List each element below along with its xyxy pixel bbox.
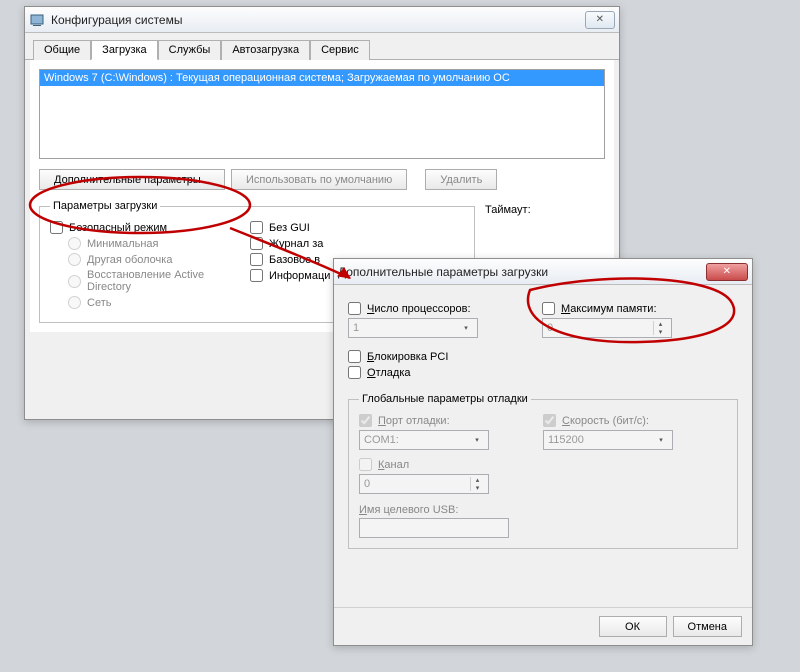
max-memory-spinner[interactable]: 0 ▴▾ — [542, 318, 672, 338]
delete-button[interactable]: Удалить — [425, 169, 497, 190]
ad-repair-radio[interactable]: Восстановление Active Directory — [68, 269, 250, 293]
tab-strip: Общие Загрузка Службы Автозагрузка Серви… — [25, 33, 619, 60]
advanced-options-button[interactable]: Дополнительные параметры... — [39, 169, 225, 190]
titlebar: Конфигурация системы ✕ — [25, 7, 619, 33]
baud-rate-combo[interactable]: 115200 ▾ — [543, 430, 673, 450]
boot-options-legend: Параметры загрузки — [50, 200, 160, 212]
num-processors-combo[interactable]: 1 ▾ — [348, 318, 478, 338]
baud-rate-checkbox[interactable]: Скорость (бит/с): — [543, 414, 703, 427]
os-entry[interactable]: Windows 7 (C:\Windows) : Текущая операци… — [40, 70, 604, 86]
tab-tools[interactable]: Сервис — [310, 40, 370, 60]
chevron-down-icon: ▾ — [459, 324, 473, 332]
timeout-label: Таймаут: — [485, 204, 605, 216]
usb-target-input[interactable] — [359, 518, 509, 538]
max-memory-checkbox[interactable]: Максимум памяти: — [542, 302, 712, 315]
window-title: Конфигурация системы — [51, 13, 583, 27]
dlg-close-button[interactable]: ✕ — [706, 263, 748, 281]
app-icon — [29, 12, 45, 28]
safe-mode-checkbox[interactable]: Безопасный режим — [50, 221, 250, 234]
chevron-down-icon: ▾ — [654, 436, 668, 444]
pci-lock-checkbox[interactable]: Блокировка PCI — [348, 350, 738, 363]
tab-startup[interactable]: Автозагрузка — [221, 40, 310, 60]
minimal-radio[interactable]: Минимальная — [68, 237, 250, 250]
set-default-button[interactable]: Использовать по умолчанию — [231, 169, 407, 190]
advanced-boot-dialog: Дополнительные параметры загрузки ✕ Числ… — [333, 258, 753, 646]
boot-os-list[interactable]: Windows 7 (C:\Windows) : Текущая операци… — [39, 69, 605, 159]
usb-target-label: Имя целевого USB: — [359, 504, 727, 516]
alt-shell-radio[interactable]: Другая оболочка — [68, 253, 250, 266]
debug-port-combo[interactable]: COM1: ▾ — [359, 430, 489, 450]
dlg-cancel-button[interactable]: Отмена — [673, 616, 742, 637]
chevron-down-icon: ▾ — [470, 436, 484, 444]
tab-services[interactable]: Службы — [158, 40, 222, 60]
no-gui-checkbox[interactable]: Без GUI — [250, 221, 350, 234]
tab-general[interactable]: Общие — [33, 40, 91, 60]
dlg-titlebar: Дополнительные параметры загрузки ✕ — [334, 259, 752, 285]
debug-port-checkbox[interactable]: Порт отладки: — [359, 414, 519, 427]
debug-group-legend: Глобальные параметры отладки — [359, 393, 531, 405]
boot-log-checkbox[interactable]: Журнал за — [250, 237, 350, 250]
dlg-ok-button[interactable]: ОК — [599, 616, 667, 637]
channel-spinner[interactable]: 0 ▴▾ — [359, 474, 489, 494]
num-processors-checkbox[interactable]: Число процессоров: — [348, 302, 518, 315]
debug-checkbox[interactable]: Отладка — [348, 366, 738, 379]
channel-checkbox[interactable]: Канал — [359, 458, 727, 471]
close-button[interactable]: ✕ — [585, 11, 615, 29]
network-radio[interactable]: Сеть — [68, 296, 250, 309]
spinner-arrows-icon: ▴▾ — [470, 477, 484, 491]
spinner-arrows-icon: ▴▾ — [653, 321, 667, 335]
tab-boot[interactable]: Загрузка — [91, 40, 157, 60]
dlg-title: Дополнительные параметры загрузки — [338, 265, 704, 279]
